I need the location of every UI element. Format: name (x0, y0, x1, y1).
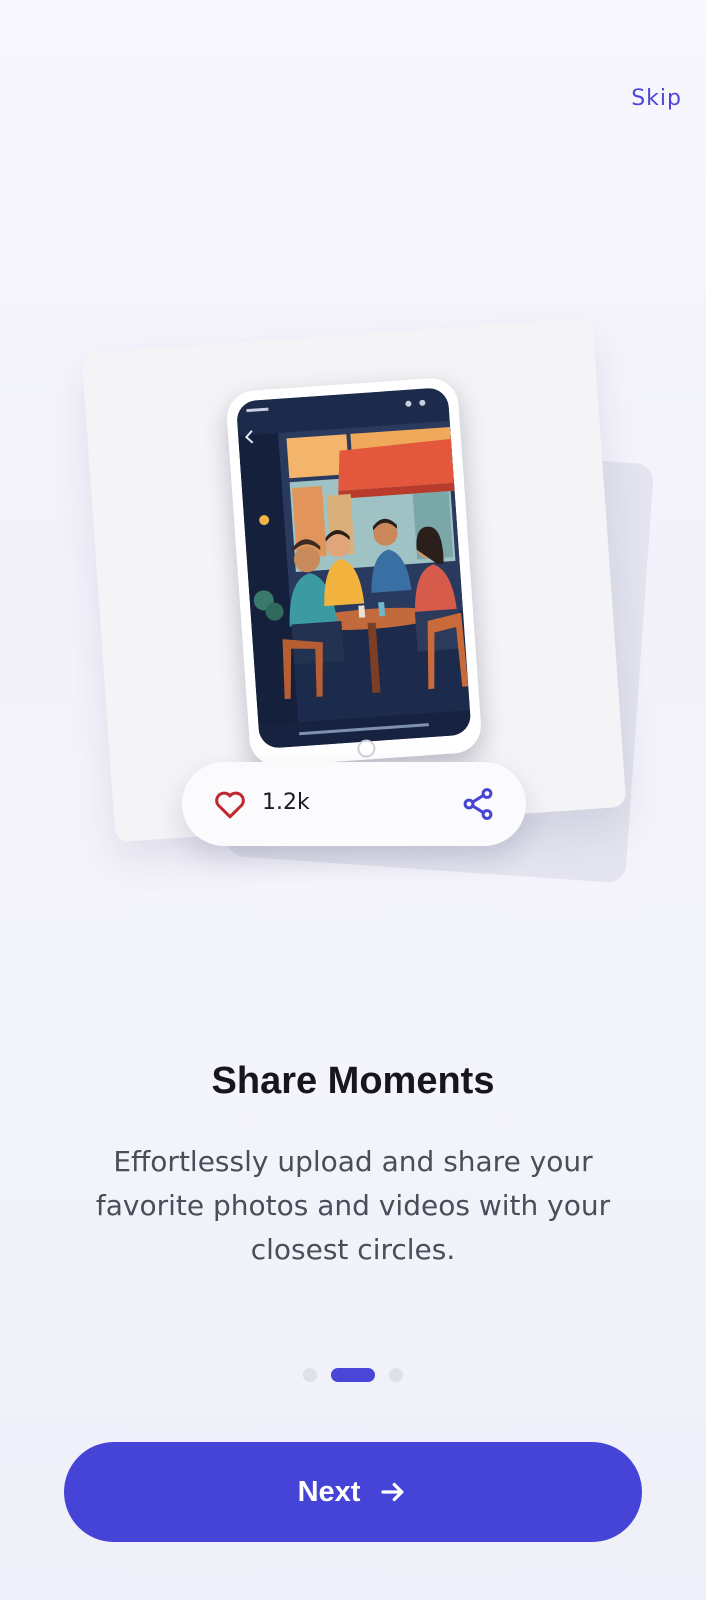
cafe-friends-illustration (235, 387, 472, 749)
like-count: 1.2k (262, 790, 310, 815)
next-button-label: Next (297, 1475, 361, 1508)
phone-screen (235, 387, 472, 749)
phone-home-button (356, 738, 376, 759)
heart-icon[interactable] (212, 786, 248, 822)
arrow-right-icon (381, 1482, 404, 1502)
page-dot-1[interactable] (303, 1368, 317, 1382)
onboarding-title: Share Moments (211, 1060, 495, 1102)
page-indicator (0, 1368, 706, 1382)
page-dot-3[interactable] (389, 1368, 403, 1382)
share-icon[interactable] (460, 786, 496, 822)
post-action-bar: 1.2k (182, 762, 526, 846)
page-dot-2-active[interactable] (331, 1368, 375, 1382)
onboarding-illustration: 1.2k (0, 0, 706, 900)
phone-mockup (225, 376, 483, 768)
onboarding-description: Effortlessly upload and share your favor… (95, 1145, 611, 1266)
next-button[interactable]: Next (64, 1442, 642, 1542)
